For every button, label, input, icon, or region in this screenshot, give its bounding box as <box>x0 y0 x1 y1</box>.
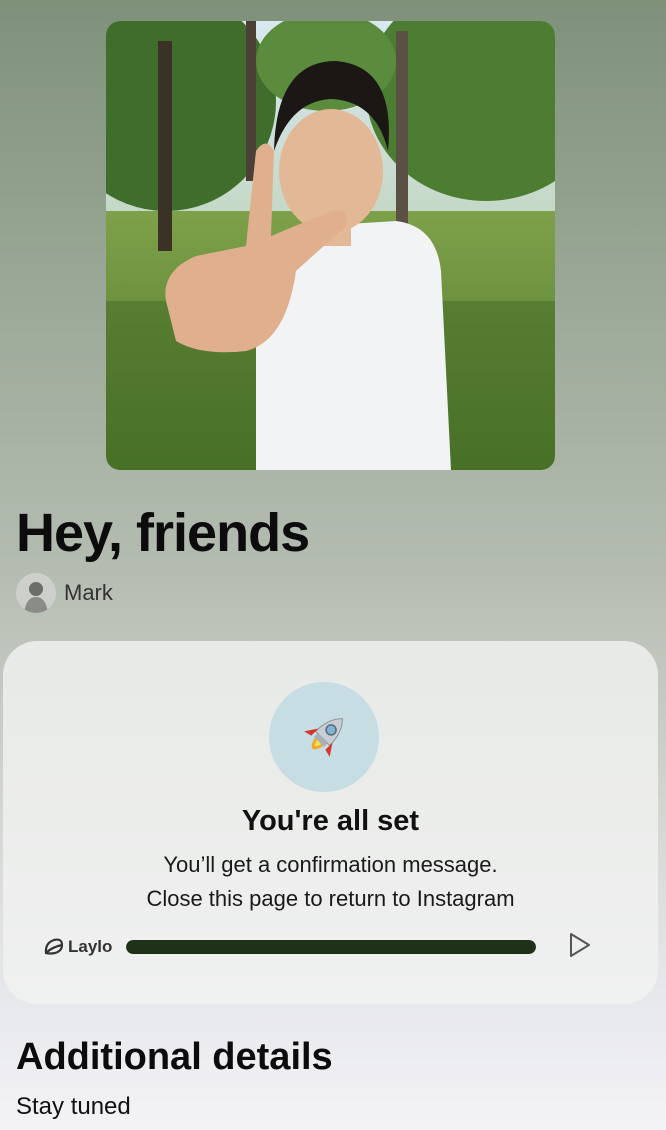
play-icon <box>570 932 591 957</box>
card-title: You're all set <box>241 805 420 837</box>
confirmation-message: You’ll get a confirmation message. <box>163 852 498 877</box>
laylo-brand: Laylo <box>68 937 113 956</box>
avatar <box>16 573 56 613</box>
progress-fill <box>126 940 537 954</box>
post-title: Hey, friends <box>16 503 310 563</box>
laylo-logo[interactable]: Laylo <box>43 937 112 957</box>
section-body: Stay tuned <box>16 1093 131 1120</box>
author-row[interactable]: Mark <box>16 573 113 613</box>
return-instruction: Close this page to return to Instagram <box>146 886 515 911</box>
hero-photo <box>106 21 555 470</box>
confirmation-card: You're all set You’ll get a confirmation… <box>3 641 658 1004</box>
audio-player: Laylo <box>43 931 603 963</box>
laylo-icon <box>44 938 64 955</box>
author-name: Mark <box>64 580 113 605</box>
rocket-icon <box>304 718 343 757</box>
progress-bar[interactable] <box>126 940 537 954</box>
rocket-badge <box>269 682 379 792</box>
play-button[interactable] <box>568 931 592 964</box>
section-title: Additional details <box>16 1036 333 1078</box>
